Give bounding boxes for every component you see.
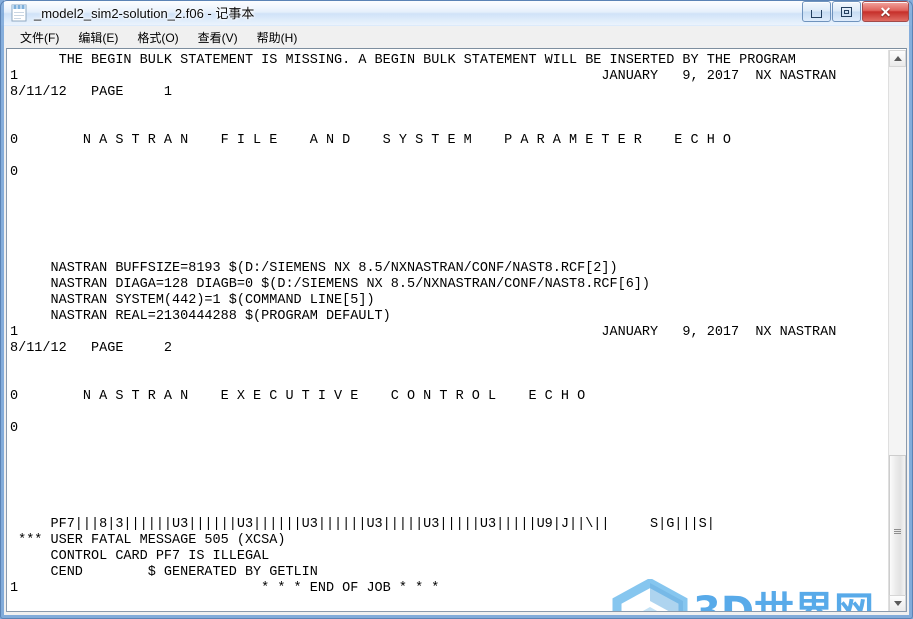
- window-border: [0, 0, 913, 619]
- notepad-window: _model2_sim2-solution_2.f06 - 记事本 ✕ 文件(F…: [0, 0, 913, 619]
